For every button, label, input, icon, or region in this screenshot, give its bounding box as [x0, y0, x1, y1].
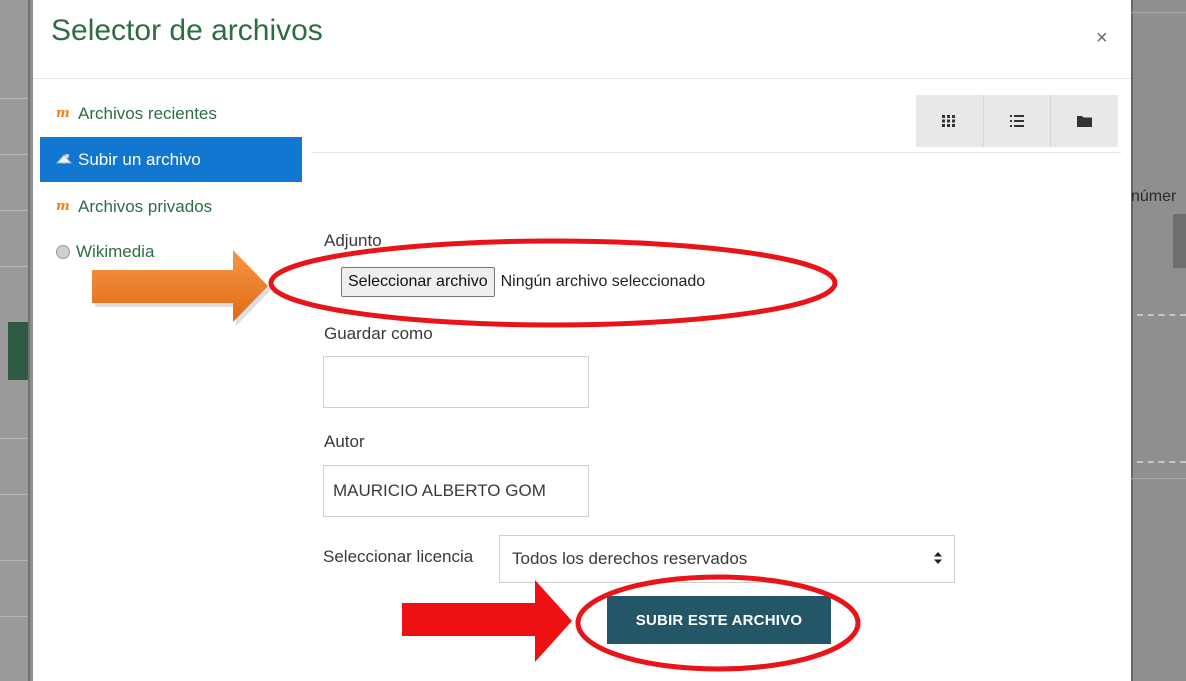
nav-item-label: Archivos recientes	[78, 103, 217, 123]
nav-item-label: Wikimedia	[76, 241, 155, 261]
close-icon: ×	[1096, 27, 1108, 49]
nav-item-wikimedia[interactable]: Wikimedia	[40, 229, 302, 274]
background-divider	[1131, 478, 1186, 479]
background-divider	[0, 494, 30, 495]
author-input[interactable]: MAURICIO ALBERTO GOM	[323, 465, 589, 517]
folder-view-icon	[1077, 116, 1093, 127]
save-as-label: Guardar como	[324, 324, 433, 343]
background-divider	[0, 210, 30, 211]
nav-item-upload-file[interactable]: Subir un archivo	[40, 137, 302, 182]
nav-item-label: Subir un archivo	[78, 149, 201, 169]
background-accent-block	[8, 322, 30, 380]
close-button[interactable]: ×	[1096, 28, 1108, 48]
background-rule	[1131, 0, 1133, 681]
background-dashed-line	[1137, 314, 1186, 316]
background-left-panel	[0, 0, 30, 681]
background-rule	[28, 0, 30, 681]
wikimedia-icon	[56, 244, 70, 259]
license-select[interactable]: Todos los derechos reservados	[499, 535, 955, 583]
license-selected-value: Todos los derechos reservados	[512, 549, 748, 568]
background-divider	[0, 266, 30, 267]
background-right-panel: númer	[1131, 0, 1186, 681]
background-divider	[0, 154, 30, 155]
folder-view-button[interactable]	[1051, 95, 1118, 147]
background-divider	[0, 616, 30, 617]
list-view-button[interactable]	[984, 95, 1052, 147]
save-as-input[interactable]	[323, 356, 589, 408]
grid-view-button[interactable]	[916, 95, 984, 147]
license-label: Seleccionar licencia	[323, 547, 474, 566]
select-arrows-icon	[934, 551, 942, 567]
nav-item-private-files[interactable]: m Archivos privados	[40, 184, 302, 229]
dialog-header: Selector de archivos ×	[33, 0, 1131, 79]
background-divider	[1131, 12, 1186, 13]
moodle-icon: m	[56, 198, 70, 214]
grid-view-icon	[942, 115, 956, 127]
attachment-label: Adjunto	[324, 231, 382, 250]
upload-icon	[55, 152, 74, 167]
choose-file-button[interactable]: Seleccionar archivo	[341, 267, 495, 297]
file-status-text: Ningún archivo seleccionado	[500, 273, 706, 290]
list-view-icon	[1010, 115, 1024, 127]
nav-item-label: Archivos privados	[78, 196, 213, 216]
background-divider	[0, 560, 30, 561]
content-divider	[311, 152, 1121, 153]
author-label: Autor	[324, 432, 365, 451]
dialog-title: Selector de archivos	[51, 14, 323, 47]
upload-file-button[interactable]: SUBIR ESTE ARCHIVO	[607, 596, 831, 644]
moodle-icon: m	[56, 105, 70, 121]
background-button	[1173, 214, 1186, 268]
background-dashed-line	[1137, 461, 1186, 463]
file-picker-dialog: Selector de archivos × m Archivos recien…	[33, 0, 1131, 681]
view-toggle-group	[916, 95, 1118, 147]
nav-item-recent-files[interactable]: m Archivos recientes	[40, 91, 302, 136]
background-divider	[0, 98, 30, 99]
background-divider	[0, 438, 30, 439]
file-input-row: Seleccionar archivo Ningún archivo selec…	[341, 266, 705, 298]
background-text: númer	[1131, 188, 1177, 205]
